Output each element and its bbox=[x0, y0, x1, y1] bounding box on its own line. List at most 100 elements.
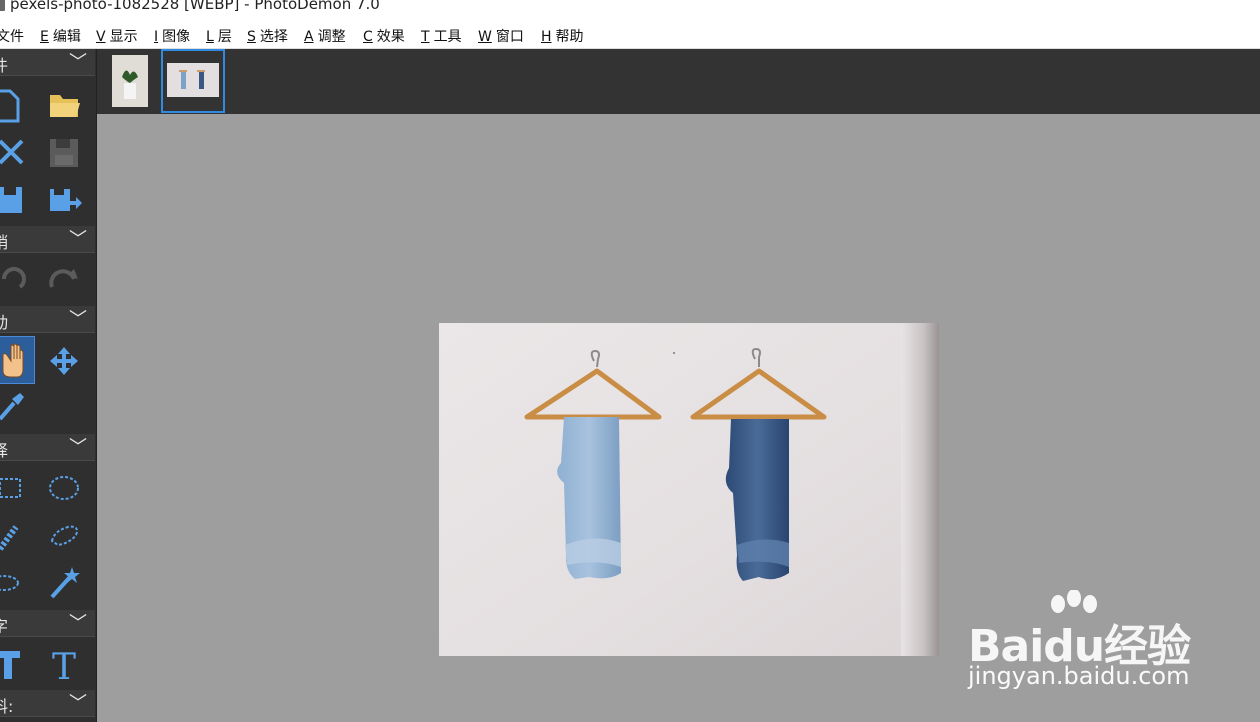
menu-window[interactable]: W 窗口 bbox=[478, 26, 524, 46]
typography-button[interactable]: T bbox=[46, 641, 82, 685]
rectangle-select-icon bbox=[0, 478, 21, 498]
menu-edit-key: E bbox=[40, 29, 49, 45]
menu-window-label: 窗口 bbox=[495, 29, 524, 45]
undo-button[interactable] bbox=[0, 257, 30, 301]
chevron-down-icon: ﹀ bbox=[69, 229, 87, 250]
section-move-label: 动 bbox=[0, 313, 9, 332]
rect-select-button[interactable] bbox=[0, 465, 30, 509]
section-text-label: 字 bbox=[0, 617, 9, 636]
move-arrows-icon bbox=[50, 347, 78, 375]
undo-icon bbox=[2, 267, 26, 289]
menu-effects-key: C bbox=[363, 29, 373, 45]
menu-select[interactable]: S 选择 bbox=[247, 26, 288, 46]
menu-layer-key: L bbox=[206, 29, 214, 45]
menu-edit-label: 编辑 bbox=[52, 29, 81, 45]
menu-file[interactable]: 文件 bbox=[0, 26, 24, 46]
text-bold-icon bbox=[0, 651, 20, 679]
ellipse-select-button[interactable] bbox=[46, 465, 82, 509]
section-paint-label: 料: bbox=[0, 697, 14, 716]
thumbnail-jeans-photo[interactable] bbox=[161, 49, 225, 113]
menu-help[interactable]: H 帮助 bbox=[541, 26, 584, 46]
eyedropper-icon bbox=[0, 393, 24, 421]
menu-select-key: S bbox=[247, 29, 256, 45]
save-disk-icon bbox=[50, 139, 78, 167]
section-text-header[interactable]: 字 ﹀ bbox=[0, 610, 95, 637]
baidu-watermark: Baidu经验 jingyan.baidu.com bbox=[968, 590, 1198, 700]
save-copy-button[interactable] bbox=[0, 177, 30, 221]
text-serif-glyph: T bbox=[52, 647, 76, 685]
jeans-thumbnail-image bbox=[163, 51, 223, 111]
section-select-header[interactable]: 择 ﹀ bbox=[0, 434, 95, 461]
chevron-down-icon: ﹀ bbox=[69, 309, 87, 330]
polygon-select-icon bbox=[50, 525, 78, 547]
menu-effects-label: 效果 bbox=[376, 29, 405, 45]
hand-icon bbox=[2, 343, 24, 378]
menu-help-key: H bbox=[541, 29, 552, 45]
chevron-down-icon: ﹀ bbox=[69, 52, 87, 73]
open-image-button[interactable] bbox=[46, 81, 82, 125]
folder-open-icon bbox=[50, 95, 80, 117]
polygon-select-button[interactable] bbox=[46, 513, 82, 557]
section-file-header[interactable]: 件 ﹀ bbox=[0, 49, 95, 76]
save-button[interactable] bbox=[46, 129, 82, 173]
magic-wand-button[interactable] bbox=[46, 561, 82, 605]
menu-tools[interactable]: T 工具 bbox=[421, 26, 462, 46]
lasso-icon bbox=[0, 575, 19, 591]
line-select-button[interactable] bbox=[0, 513, 30, 557]
close-icon bbox=[0, 139, 24, 165]
close-image-button[interactable] bbox=[0, 129, 30, 173]
chevron-down-icon: ﹀ bbox=[69, 613, 87, 634]
menu-layer-label: 层 bbox=[217, 29, 232, 45]
plant-thumbnail-image bbox=[112, 55, 148, 107]
menu-layer[interactable]: L层 bbox=[206, 26, 232, 46]
menu-tools-key: T bbox=[421, 29, 430, 45]
menu-help-label: 帮助 bbox=[555, 29, 584, 45]
title-bar: pexels-photo-1082528 [WEBP] - PhotoDemon… bbox=[0, 0, 1260, 20]
section-paint-header[interactable]: 料: ﹀ bbox=[0, 690, 95, 717]
color-picker-button[interactable] bbox=[0, 385, 30, 429]
export-button[interactable] bbox=[46, 177, 82, 221]
text-serif-icon: T bbox=[52, 647, 76, 685]
menu-view-label: 显示 bbox=[109, 29, 138, 45]
section-undo-label: 销 bbox=[0, 233, 9, 252]
menu-image-label: 图像 bbox=[162, 29, 191, 45]
section-undo-header[interactable]: 销 ﹀ bbox=[0, 226, 95, 253]
jeans-photo-canvas bbox=[439, 323, 939, 656]
image-tab-strip bbox=[97, 49, 1260, 114]
new-image-button[interactable] bbox=[0, 81, 30, 125]
menu-image-key: I bbox=[154, 29, 159, 45]
menu-adjust[interactable]: A 调整 bbox=[304, 26, 346, 46]
magic-wand-icon bbox=[50, 567, 80, 599]
chevron-down-icon: ﹀ bbox=[69, 437, 87, 458]
section-file-label: 件 bbox=[0, 56, 9, 75]
main-image[interactable] bbox=[439, 323, 939, 656]
chevron-down-icon: ﹀ bbox=[69, 693, 87, 714]
menu-select-label: 选择 bbox=[259, 29, 288, 45]
menu-effects[interactable]: C 效果 bbox=[363, 26, 405, 46]
menu-adjust-key: A bbox=[304, 29, 314, 45]
menu-view[interactable]: V 显示 bbox=[96, 26, 138, 46]
lasso-select-button[interactable] bbox=[0, 561, 30, 605]
menu-image[interactable]: I 图像 bbox=[154, 26, 190, 46]
menu-tools-label: 工具 bbox=[433, 29, 462, 45]
window-title: pexels-photo-1082528 [WEBP] - PhotoDemon… bbox=[10, 0, 380, 13]
new-file-icon bbox=[0, 89, 20, 123]
menu-edit[interactable]: E 编辑 bbox=[40, 26, 81, 46]
app-icon bbox=[0, 0, 5, 11]
move-tool-button[interactable] bbox=[46, 339, 82, 383]
section-select-label: 择 bbox=[0, 441, 9, 460]
watermark-site: jingyan.baidu.com bbox=[968, 662, 1190, 690]
toolbox: 件 ﹀ 销 ﹀ 动 ﹀ 择 ﹀ 字 ﹀ T 料: ﹀ bbox=[0, 49, 97, 722]
menu-bar: 文件 E 编辑 V 显示 I 图像 L层 S 选择 A 调整 C 效果 T 工具 W 窗口 H帮… bbox=[0, 20, 1260, 49]
ellipse-select-icon bbox=[49, 476, 79, 500]
export-icon bbox=[50, 189, 82, 211]
menu-view-key: V bbox=[96, 29, 106, 45]
thumbnail-plant-photo[interactable] bbox=[112, 55, 148, 107]
redo-icon bbox=[49, 269, 78, 288]
line-select-icon bbox=[0, 525, 19, 551]
basic-text-button[interactable] bbox=[0, 641, 30, 685]
section-move-header[interactable]: 动 ﹀ bbox=[0, 306, 95, 333]
menu-file-label: 文件 bbox=[0, 29, 24, 45]
redo-button[interactable] bbox=[46, 257, 82, 301]
hand-tool-button[interactable] bbox=[0, 336, 35, 384]
